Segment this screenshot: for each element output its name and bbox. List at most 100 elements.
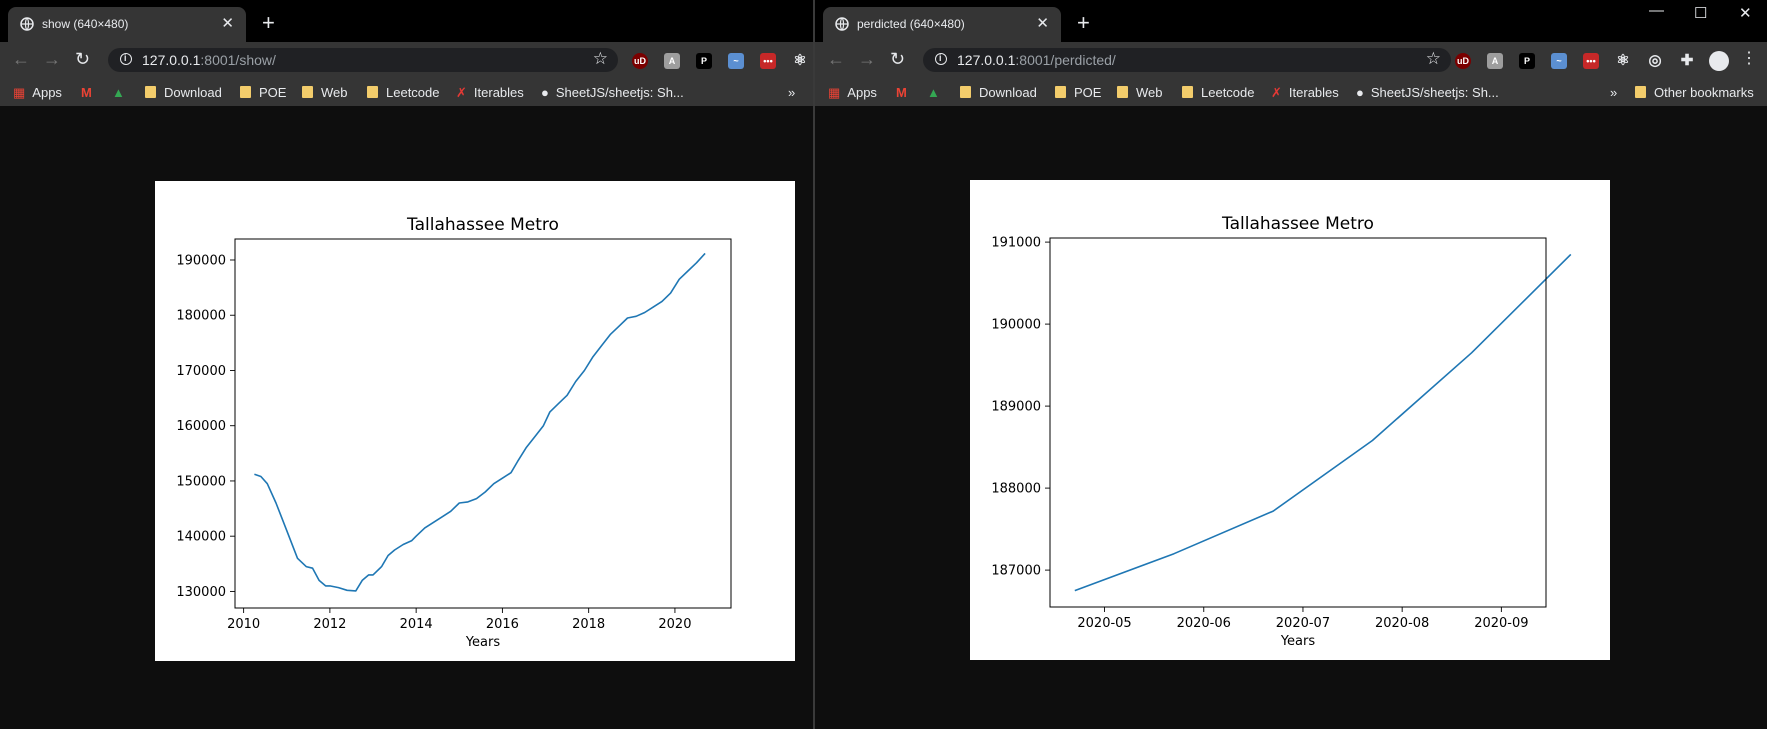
folder-icon — [1117, 86, 1128, 98]
chart-image: Tallahassee Metro 2020-05 2020-06 2020-07 20… — [970, 180, 1610, 660]
target-icon[interactable]: ◎ — [1647, 53, 1663, 69]
profile-avatar[interactable] — [1709, 51, 1729, 71]
folder-icon — [1055, 86, 1066, 98]
back-icon[interactable]: ← — [827, 49, 845, 69]
extension-gray-icon[interactable]: A — [1487, 53, 1503, 69]
bookmark-poe[interactable]: POE — [1055, 85, 1101, 100]
extension-red-icon[interactable]: ••• — [760, 53, 776, 69]
react-devtools-icon[interactable]: ⚛ — [792, 53, 808, 69]
more-bookmarks-icon[interactable]: » — [788, 85, 795, 100]
bookmark-apps[interactable]: ▦ Apps — [828, 85, 877, 101]
y-tick-label: 191000 — [991, 236, 1041, 251]
forward-icon[interactable]: → — [43, 49, 61, 69]
drive-icon[interactable]: ▲ — [927, 85, 940, 100]
bookmark-web[interactable]: Web — [1117, 85, 1163, 100]
bookmark-iterables[interactable]: ✗ Iterables — [1271, 85, 1339, 101]
bookmark-label: Iterables — [473, 85, 524, 100]
bookmark-label: POE — [1074, 85, 1102, 100]
bookmark-other[interactable]: Other bookmarks — [1635, 85, 1754, 100]
extension-blue-icon[interactable]: ~ — [728, 53, 744, 69]
drive-icon[interactable]: ▲ — [112, 85, 125, 100]
url-text: 127.0.0.1:8001/show/ — [142, 52, 276, 68]
extension-gray-icon[interactable]: A — [664, 53, 680, 69]
bookmark-leetcode[interactable]: Leetcode — [1182, 85, 1255, 100]
bookmarks-bar: ▦ Apps M ▲ Download POE Web Leetcode ✗ Ite… — [815, 78, 1767, 106]
bookmark-download[interactable]: Download — [960, 85, 1037, 100]
x-axis-label: Years — [465, 635, 501, 650]
chart-image: Tallahassee Metro 2010 2012 2014 2016 2018 202… — [155, 181, 795, 661]
reload-icon[interactable]: ↻ — [75, 49, 90, 69]
tab-perdicted[interactable]: perdicted (640×480) ✕ — [823, 7, 1061, 42]
p-extension-icon[interactable]: P — [696, 53, 712, 69]
address-bar[interactable]: 127.0.0.1:8001/show/ ☆ — [108, 48, 618, 72]
y-tick-label: 150000 — [176, 474, 226, 489]
series-line — [254, 252, 706, 592]
reload-icon[interactable]: ↻ — [890, 49, 905, 69]
puzzle-icon[interactable]: ✚ — [1679, 53, 1695, 69]
extension-red-icon[interactable]: ••• — [1583, 53, 1599, 69]
page-content: Tallahassee Metro 2020-05 2020-06 2020-07 20… — [815, 106, 1767, 729]
toolbar: ← → ↻ 127.0.0.1:8001/perdicted/ ☆ uD A P… — [815, 42, 1767, 78]
close-tab-icon[interactable]: ✕ — [221, 16, 234, 31]
folder-icon — [145, 86, 156, 98]
iterables-icon: ✗ — [1271, 85, 1282, 100]
info-icon[interactable] — [120, 53, 132, 65]
tab-title: perdicted (640×480) — [857, 17, 965, 31]
bookmarks-bar: ▦ Apps M ▲ Download POE Web Leetcode ✗ Ite… — [0, 78, 813, 106]
extension-blue-icon[interactable]: ~ — [1551, 53, 1567, 69]
browser-window-left: show (640×480) ✕ + ← → ↻ 127.0.0.1:8001/… — [0, 0, 813, 729]
p-extension-icon[interactable]: P — [1519, 53, 1535, 69]
forward-icon[interactable]: → — [858, 49, 876, 69]
bookmark-label: SheetJS/sheetjs: Sh... — [555, 85, 684, 100]
bookmark-sheetjs[interactable]: ● SheetJS/sheetjs: Sh... — [541, 85, 684, 100]
close-tab-icon[interactable]: ✕ — [1036, 16, 1049, 31]
folder-icon — [367, 86, 378, 98]
gmail-icon[interactable]: M — [896, 85, 907, 100]
bookmark-sheetjs[interactable]: ● SheetJS/sheetjs: Sh... — [1356, 85, 1499, 100]
globe-icon — [835, 17, 849, 31]
y-tick-label: 160000 — [176, 419, 226, 434]
plot-frame — [234, 238, 732, 609]
bookmark-label: Download — [979, 85, 1037, 100]
new-tab-icon[interactable]: + — [262, 12, 275, 34]
line-chart: Tallahassee Metro 2010 2012 2014 2016 2018 202… — [176, 215, 732, 650]
bookmark-label: Iterables — [1288, 85, 1339, 100]
bookmark-download[interactable]: Download — [145, 85, 222, 100]
tab-strip: show (640×480) ✕ + — [0, 0, 813, 42]
tab-show[interactable]: show (640×480) ✕ — [8, 7, 246, 42]
bookmark-apps[interactable]: ▦ Apps — [13, 85, 62, 101]
bookmark-star-icon[interactable]: ☆ — [1426, 49, 1441, 69]
close-window-icon[interactable]: ✕ — [1739, 4, 1752, 22]
ublock-icon[interactable]: uD — [1455, 53, 1471, 69]
github-icon: ● — [1356, 85, 1364, 100]
x-tick-label: 2020 — [658, 617, 691, 632]
new-tab-icon[interactable]: + — [1077, 12, 1090, 34]
tab-strip: perdicted (640×480) ✕ + — ☐ ✕ — [815, 0, 1767, 42]
address-bar[interactable]: 127.0.0.1:8001/perdicted/ ☆ — [923, 48, 1451, 72]
y-tick-label: 190000 — [991, 318, 1041, 333]
bookmark-label: SheetJS/sheetjs: Sh... — [1370, 85, 1499, 100]
bookmark-leetcode[interactable]: Leetcode — [367, 85, 440, 100]
bookmark-iterables[interactable]: ✗ Iterables — [456, 85, 524, 101]
gmail-icon[interactable]: M — [81, 85, 92, 100]
ublock-icon[interactable]: uD — [632, 53, 648, 69]
info-icon[interactable] — [935, 53, 947, 65]
minimize-icon[interactable]: — — [1649, 2, 1664, 19]
react-devtools-icon[interactable]: ⚛ — [1615, 53, 1631, 69]
bookmark-label: Apps — [32, 85, 62, 100]
folder-icon — [960, 86, 971, 98]
bookmark-poe[interactable]: POE — [240, 85, 286, 100]
back-icon[interactable]: ← — [12, 49, 30, 69]
bookmark-label: Web — [1136, 85, 1163, 100]
x-tick-label: 2016 — [486, 617, 519, 632]
bookmark-star-icon[interactable]: ☆ — [593, 49, 608, 69]
menu-icon[interactable]: ⋮ — [1741, 49, 1757, 69]
bookmark-web[interactable]: Web — [302, 85, 348, 100]
x-tick-label: 2020-08 — [1375, 616, 1429, 631]
maximize-icon[interactable]: ☐ — [1694, 4, 1707, 22]
more-bookmarks-icon[interactable]: » — [1610, 85, 1617, 100]
x-tick-label: 2020-07 — [1276, 616, 1330, 631]
y-tick-label: 190000 — [176, 253, 226, 268]
bookmark-label: Apps — [847, 85, 877, 100]
y-tick-label: 188000 — [991, 482, 1041, 497]
